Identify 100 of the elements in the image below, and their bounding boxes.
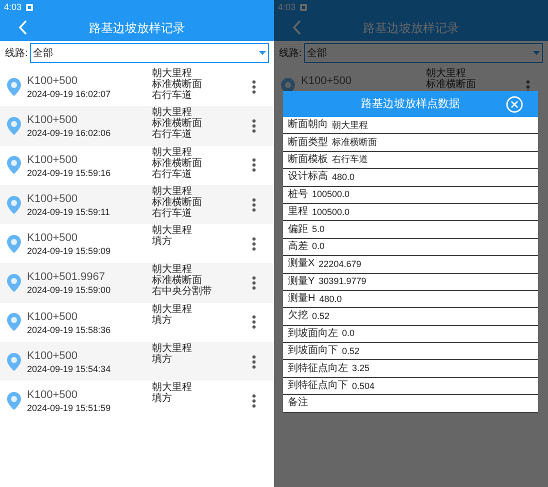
station-text: K100+500 [27,233,78,244]
field-label: 欠挖 [288,311,308,322]
timestamp-text: 2024-09-19 16:02:07 [27,90,112,99]
field-label: 偏距 [288,224,308,235]
route-dropdown[interactable]: 全部 [30,43,269,63]
detail-text: 朝大里程 [152,146,192,158]
detail-text: 标准横断面 [152,118,203,130]
notification-icon [26,4,33,10]
status-time: 4:03 [4,2,22,12]
field-value: 5.0 [312,225,325,234]
field-value: 0.0 [342,329,355,338]
field-label: 断面模板 [288,154,328,165]
map-pin-icon [7,196,21,214]
page-title: 路基边坡放样记录 [363,20,459,36]
detail-text: 右中央分割带 [152,286,213,298]
field-label: 到坡面向下 [288,346,338,356]
more-options-icon[interactable] [252,118,256,133]
field-value: 480.0 [319,294,342,304]
field-value: 100500.0 [312,190,350,200]
station-text: K100+500 [27,312,78,323]
detail-text: 填方 [152,314,173,326]
timestamp-text: 2024-09-19 15:59:16 [27,168,112,178]
timestamp-text: 2024-09-19 16:02:06 [27,129,112,138]
station-text: K100+500 [27,351,78,362]
timestamp-text: 2024-09-19 15:54:34 [27,365,112,374]
page-title: 路基边坡放样记录 [89,20,185,36]
detail-text: 朝大里程 [152,225,193,236]
field-label: 设计标高 [288,172,328,182]
timestamp-text: 2024-09-19 15:58:36 [27,326,112,335]
field-label: 断面类型 [288,138,328,148]
detail-text: 朝大里程 [426,68,466,79]
map-pin-icon [7,352,21,371]
map-pin-icon [7,392,21,410]
field-label: 到坡面向左 [288,328,338,339]
field-label: 测量H [288,294,316,304]
more-options-icon[interactable] [252,198,256,212]
station-text: K100+501.9967 [27,272,106,284]
field-label: 高差 [288,242,308,252]
map-pin-icon [7,234,21,253]
detail-text: 朝大里程 [152,304,193,315]
field-value: 标准横断面 [332,138,377,148]
record-item[interactable]: K100+500 2024-09-19 16:02:06 朝大里程 标准横断面 右行车道 [0,106,274,146]
more-options-icon[interactable] [252,394,256,408]
field-value: 0.504 [352,382,375,391]
more-options-icon[interactable] [252,158,256,172]
map-pin-icon [7,116,21,135]
detail-text: 标准横断面 [152,196,203,208]
station-text: K100+500 [27,390,78,402]
field-label: 里程 [288,207,308,218]
timestamp-text: 2024-09-19 15:59:11 [27,208,111,217]
field-value: 30391.9779 [318,277,366,286]
more-options-icon[interactable] [252,354,256,369]
detail-text: 朝大里程 [152,264,192,276]
more-options-icon[interactable] [252,80,256,94]
station-text: K100+500 [27,194,78,205]
field-value: 朝大里程 [332,120,368,130]
field-label: 到特征点向左 [288,364,348,374]
map-pin-icon [7,313,21,332]
detail-text: 填方 [152,393,173,404]
filter-label: 线路: [279,46,302,60]
back-icon[interactable] [18,20,27,35]
field-value: 100500.0 [312,208,350,217]
detail-text: 朝大里程 [152,68,192,79]
caret-icon [533,51,540,55]
field-value: 480.0 [332,172,355,182]
more-options-icon[interactable] [252,315,256,330]
detail-text: 填方 [152,354,173,366]
detail-text: 朝大里程 [152,382,193,394]
station-text: K100+500 [27,76,78,87]
field-value: 22204.679 [318,260,362,269]
notification-icon [300,4,307,10]
record-item[interactable]: K100+501.9967 2024-09-19 15:59:00 朝大里程 标准横断面 右中央分割带 [0,263,274,303]
record-item[interactable]: K100+500 2024-09-19 15:54:34 朝大里程 填方 [0,342,274,382]
detail-text: 右行车道 [152,168,193,180]
detail-text: 填方 [152,236,173,248]
map-pin-icon [7,78,21,96]
field-label: 到特征点向下 [288,381,348,392]
station-text: K100+500 [27,115,78,126]
detail-text: 右行车道 [152,129,193,140]
field-value: 0.0 [312,242,325,252]
field-value: 0.52 [312,312,330,321]
status-time: 4:03 [278,2,296,12]
map-pin-icon [7,156,21,174]
timestamp-text: 2024-09-19 15:59:09 [27,247,112,256]
field-label: 测量X [288,259,315,270]
more-options-icon[interactable] [252,276,256,290]
detail-text: 标准横断面 [152,275,202,286]
record-item[interactable]: K100+500 2024-09-19 15:59:11 朝大里程 标准横断面 右行车道 [0,184,274,224]
field-value: 0.52 [342,346,360,356]
more-options-icon[interactable] [252,236,256,251]
field-label: 测量Y [288,276,315,287]
timestamp-text: 2024-09-19 15:59:00 [27,286,112,296]
field-value: 右行车道 [332,155,368,164]
field-label: 备注 [288,398,308,408]
detail-text: 标准横断面 [426,79,477,90]
timestamp-text: 2024-09-19 15:51:59 [27,404,112,414]
close-icon[interactable] [506,96,523,112]
caret-icon [259,51,266,55]
field-label: 桩号 [288,190,308,200]
detail-text: 右行车道 [152,90,193,101]
